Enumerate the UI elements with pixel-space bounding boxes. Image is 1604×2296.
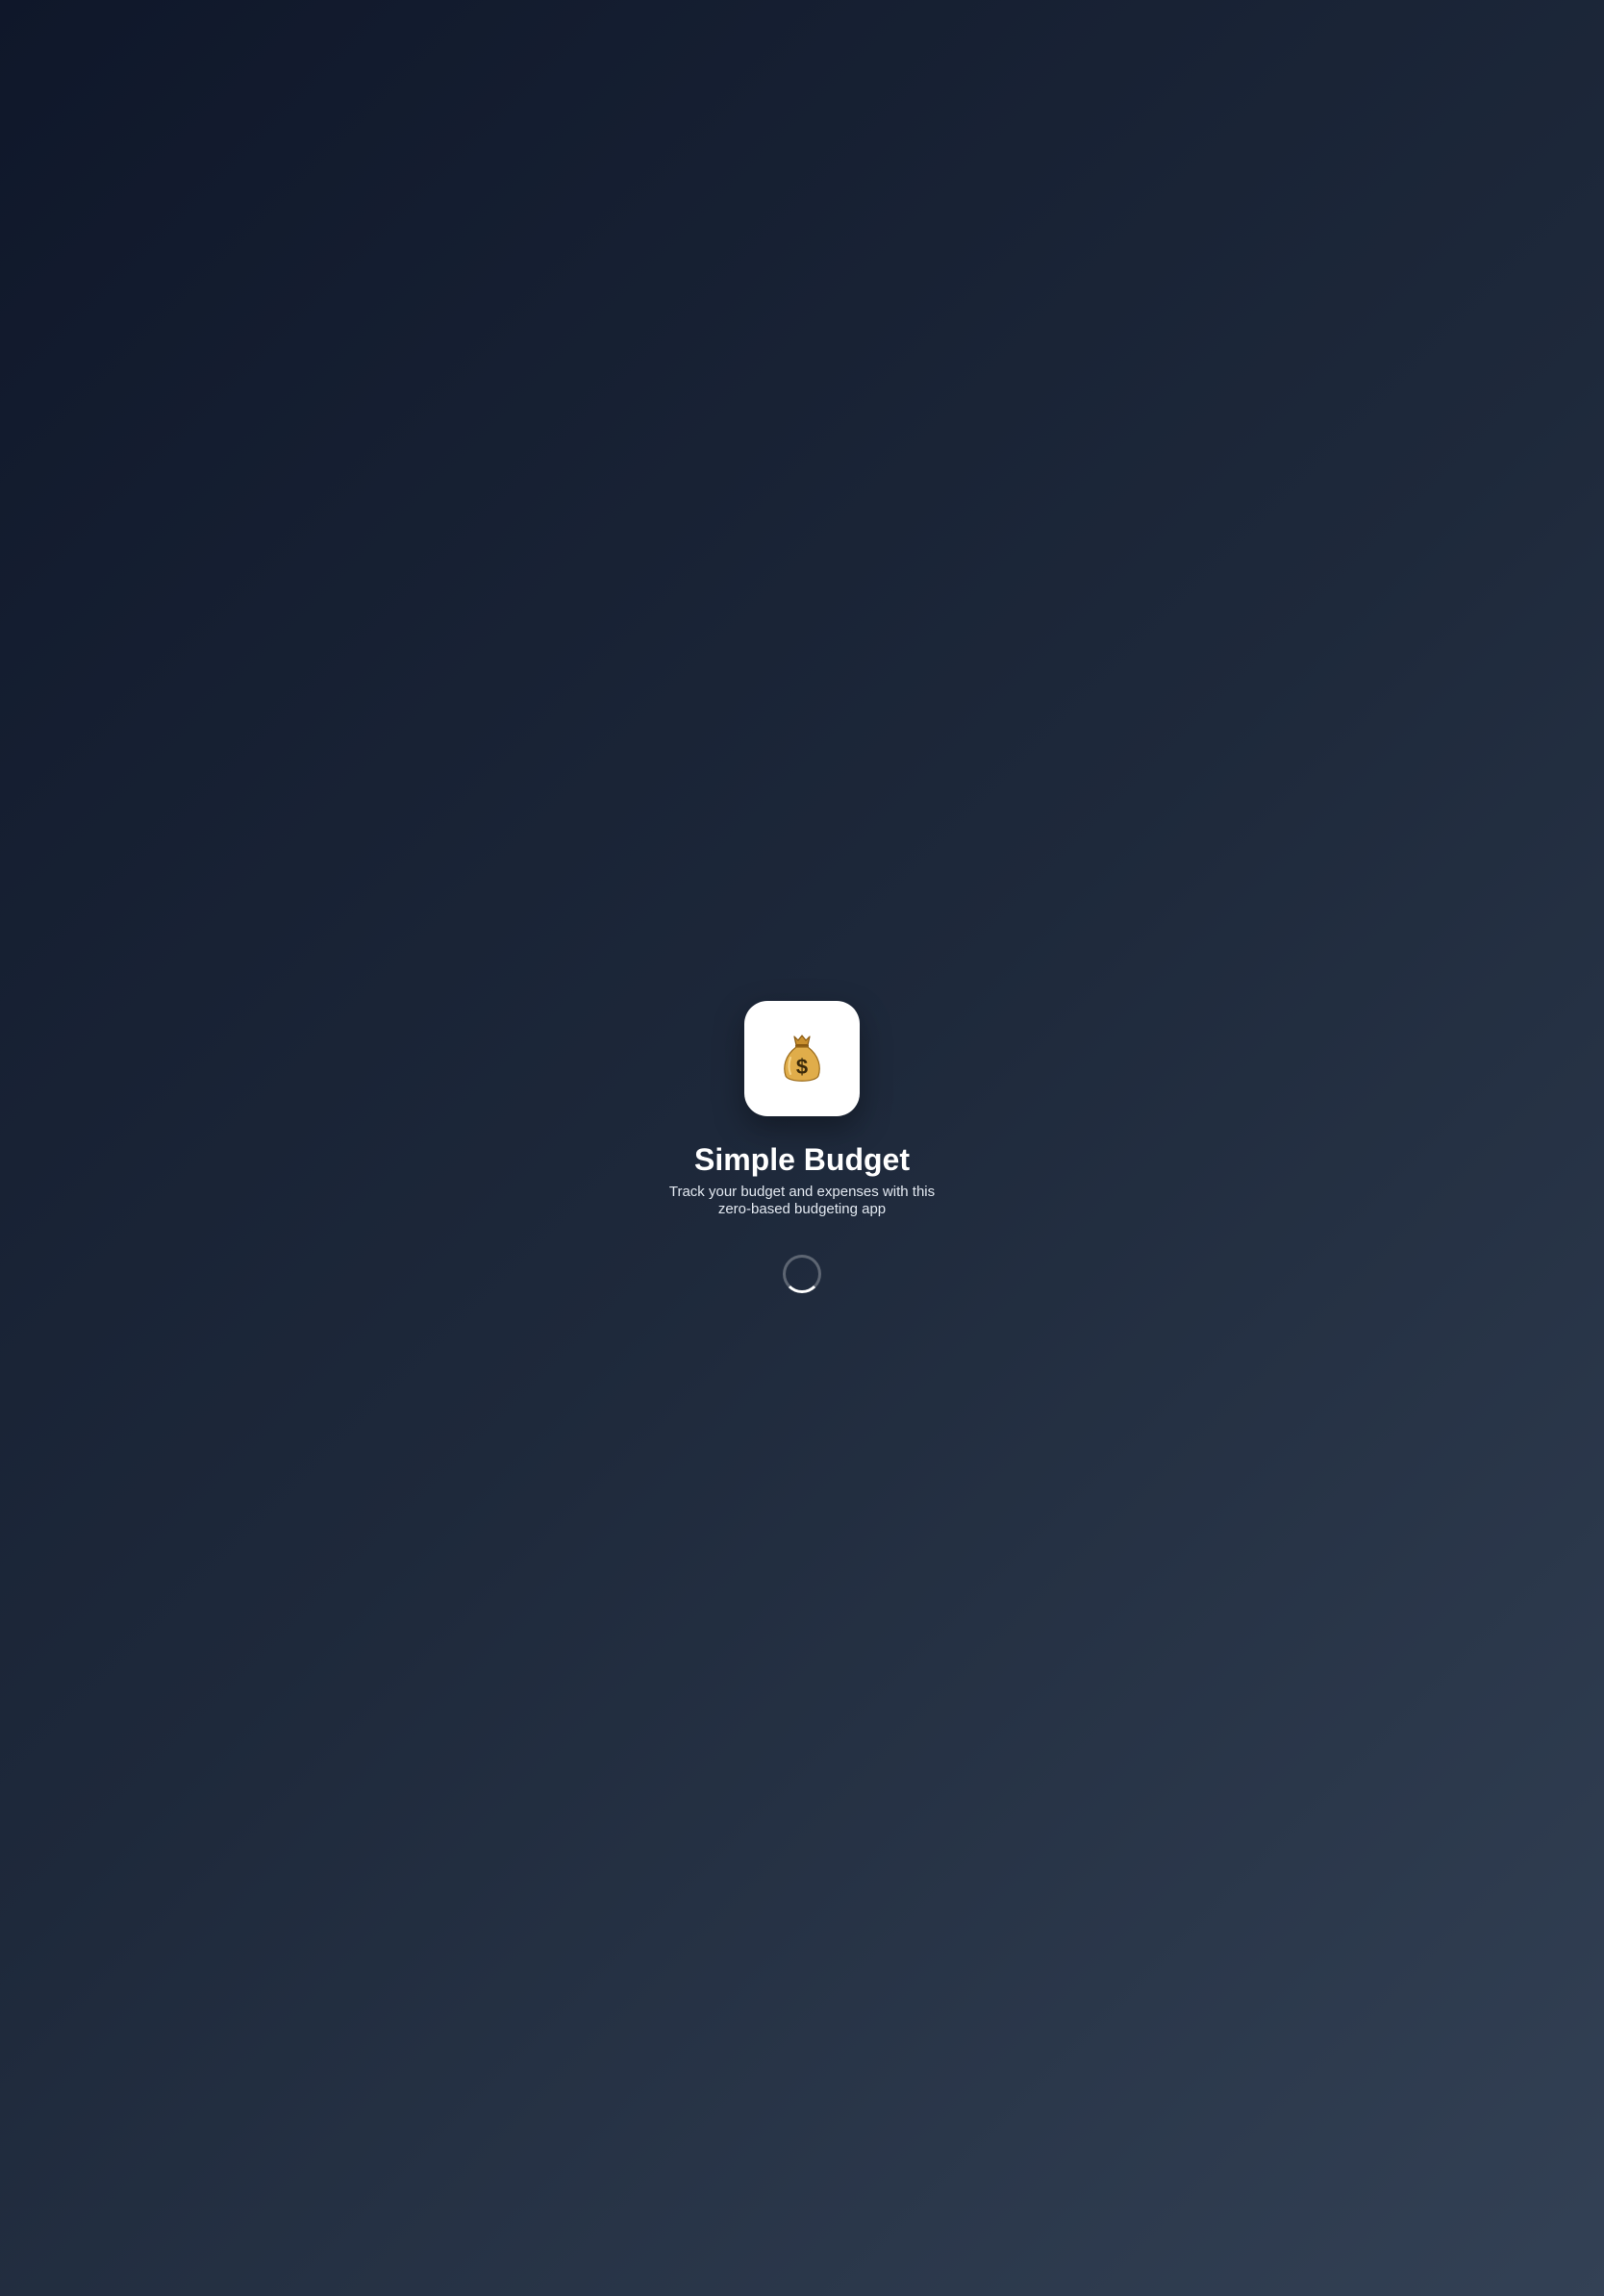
svg-text:$: $ [796,1055,808,1079]
app-icon-tile: $ [744,1001,860,1116]
splash-screen: $ Simple Budget Track your budget and ex… [0,1001,1604,1293]
money-bag-icon: $ [784,1035,820,1082]
loading-spinner-icon [783,1255,821,1293]
app-subtitle: Track your budget and expenses with this… [668,1184,936,1217]
app-title: Simple Budget [693,1142,910,1177]
